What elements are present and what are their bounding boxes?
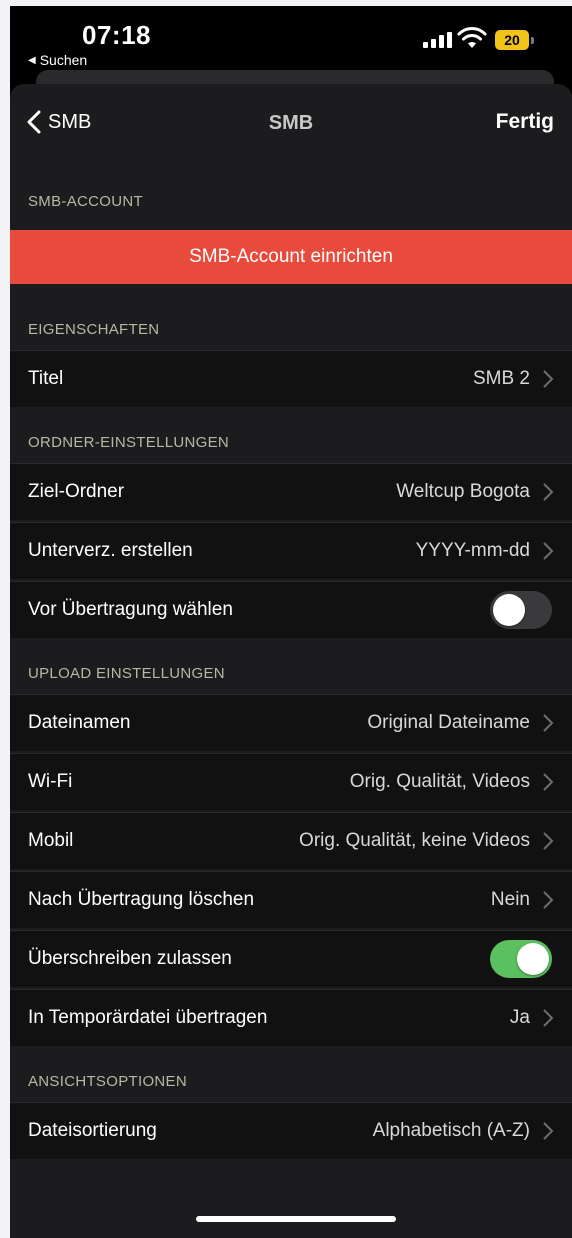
row-temp-file-transfer[interactable]: In Temporärdatei übertragen Ja <box>10 989 572 1046</box>
chevron-right-icon <box>543 1009 554 1027</box>
section-header-properties: EIGENSCHAFTEN <box>10 294 572 350</box>
cellular-signal-icon <box>423 28 452 48</box>
done-button[interactable]: Fertig <box>496 110 554 134</box>
row-mobile[interactable]: Mobil Orig. Qualität, keine Videos <box>10 812 572 869</box>
row-filenames[interactable]: Dateinamen Original Dateiname <box>10 694 572 751</box>
row-title[interactable]: Titel SMB 2 <box>10 350 572 407</box>
chevron-right-icon <box>543 714 554 732</box>
battery-tip <box>531 37 534 44</box>
phone-screen: 07:18 ◀ Suchen 20 SMB SMB Fertig SMB-ACC… <box>10 6 572 1238</box>
battery-level: 20 <box>504 32 520 48</box>
row-choose-before-transfer: Vor Übertragung wählen <box>10 581 572 638</box>
back-to-app-link[interactable]: ◀ Suchen <box>28 52 87 68</box>
row-create-subfolder[interactable]: Unterverz. erstellen YYYY-mm-dd <box>10 522 572 579</box>
chevron-right-icon <box>543 773 554 791</box>
page-title: SMB <box>268 112 314 134</box>
settings-sheet: SMB SMB Fertig SMB-ACCOUNT SMB-Account e… <box>10 84 572 1238</box>
chevron-right-icon <box>543 832 554 850</box>
chevron-right-icon <box>543 1122 554 1140</box>
allow-overwrite-toggle[interactable] <box>490 940 552 978</box>
chevron-right-icon <box>543 542 554 560</box>
wifi-icon <box>457 27 487 48</box>
back-triangle-icon: ◀ <box>28 54 36 66</box>
section-header-smb-account: SMB-ACCOUNT <box>10 166 572 222</box>
row-wifi[interactable]: Wi-Fi Orig. Qualität, Videos <box>10 753 572 810</box>
section-header-folder-settings: ORDNER-EINSTELLUNGEN <box>10 407 572 463</box>
battery-icon: 20 <box>495 30 529 50</box>
setup-smb-account-button[interactable]: SMB-Account einrichten <box>10 230 572 284</box>
section-header-view-options: ANSICHTSOPTIONEN <box>10 1046 572 1102</box>
status-time: 07:18 <box>82 20 151 50</box>
home-indicator[interactable] <box>196 1216 396 1222</box>
choose-before-transfer-toggle[interactable] <box>490 591 552 629</box>
section-header-upload-settings: UPLOAD EINSTELLUNGEN <box>10 638 572 694</box>
navigation-bar: SMB SMB Fertig <box>10 84 572 166</box>
row-file-sorting[interactable]: Dateisortierung Alphabetisch (A-Z) <box>10 1102 572 1159</box>
chevron-right-icon <box>543 891 554 909</box>
chevron-right-icon <box>543 370 554 388</box>
back-app-label: Suchen <box>39 52 88 68</box>
status-bar: 07:18 ◀ Suchen 20 <box>10 6 572 72</box>
row-allow-overwrite: Überschreiben zulassen <box>10 930 572 987</box>
chevron-right-icon <box>543 483 554 501</box>
row-delete-after-transfer[interactable]: Nach Übertragung löschen Nein <box>10 871 572 928</box>
row-target-folder[interactable]: Ziel-Ordner Weltcup Bogota <box>10 463 572 520</box>
